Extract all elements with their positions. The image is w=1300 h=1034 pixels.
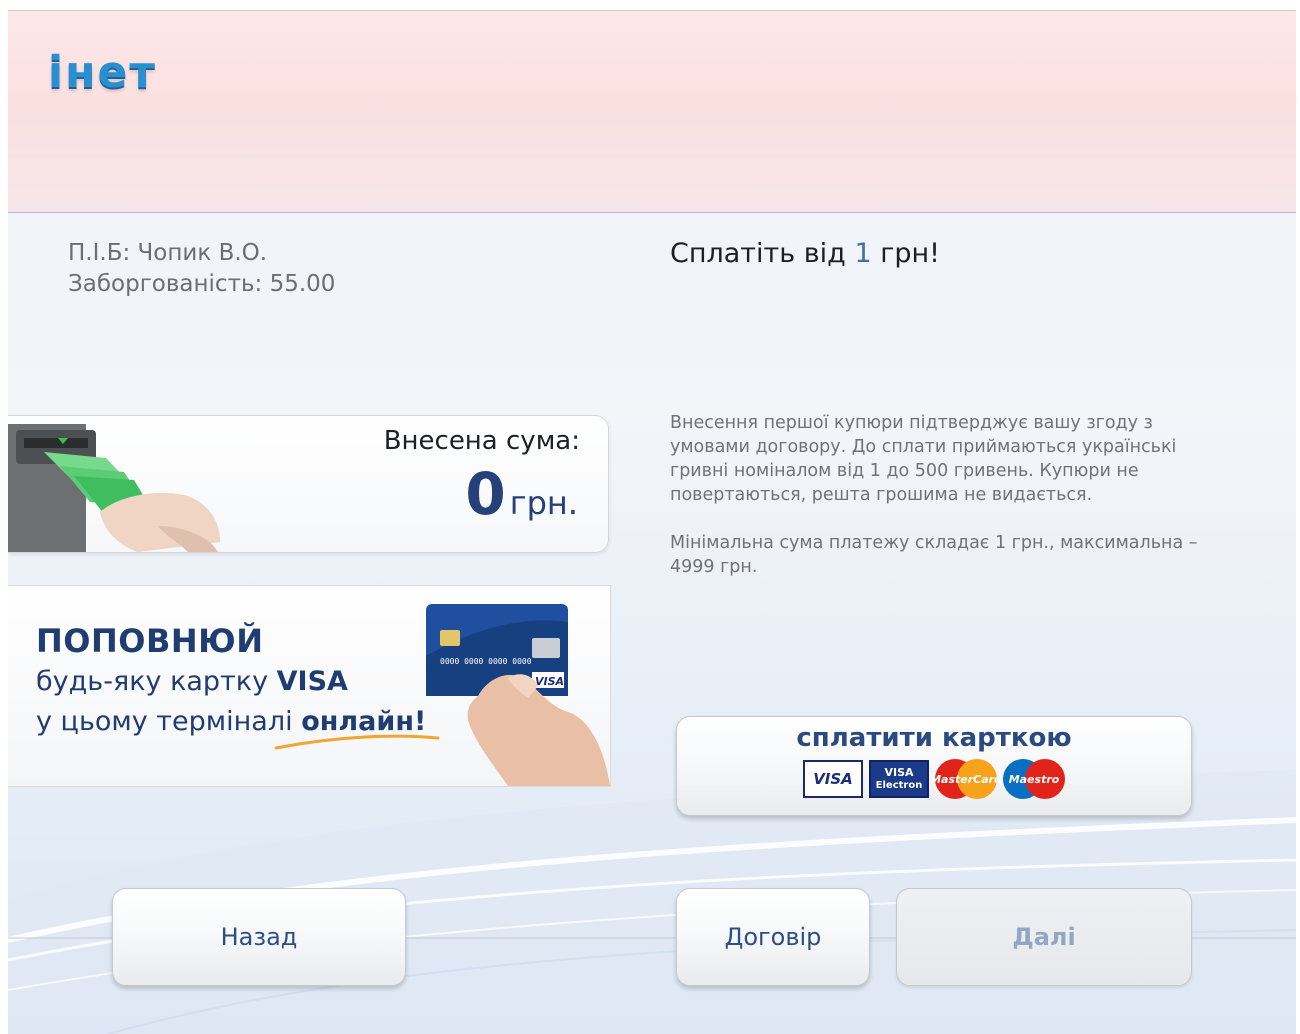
pay-by-card-button[interactable]: сплатити карткою VISA VISA Electron Maste… [676, 716, 1192, 816]
visa-topup-banner[interactable]: 0000 0000 0000 0000 VISA ПОПОВНЮЙ будь-я… [8, 585, 611, 787]
promo-online-word: онлайн! [301, 706, 427, 737]
promo-visa-word: VISA [276, 666, 348, 697]
payment-min-amount: 1 [854, 238, 872, 269]
deposited-amount-label: Внесена сума: [383, 426, 580, 456]
customer-name: П.І.Б: Чопик В.О. [68, 240, 268, 266]
pay-by-card-label: сплатити карткою [796, 723, 1072, 753]
promo-card-brand: VISA [535, 675, 564, 688]
bill-acceptor-illustration [8, 424, 220, 552]
customer-info: П.І.Б: Чопик В.О. Заборгованість: 55.00 [68, 238, 335, 300]
visa-electron-top: VISA [884, 766, 914, 779]
deposited-amount-number: 0 [465, 460, 506, 528]
limits-paragraph: Мінімальна сума платежу складає 1 грн., … [670, 533, 1198, 577]
payment-title: Сплатіть від 1 грн! [670, 238, 940, 269]
header-bar: інет [8, 11, 1296, 213]
promo-line-3-text: у цьому терміналі [36, 706, 302, 737]
back-button[interactable]: Назад [112, 888, 406, 986]
visa-electron-bottom: Electron [875, 780, 923, 791]
promo-headline: ПОПОВНЮЙ [36, 622, 264, 660]
inet-logo: інет [48, 47, 157, 98]
deposited-amount-currency: грн. [509, 484, 578, 522]
maestro-logo-icon: Maestro [1003, 759, 1065, 799]
promo-card-number: 0000 0000 0000 0000 [440, 657, 532, 666]
customer-debt: Заборгованість: 55.00 [68, 271, 336, 297]
payment-title-prefix: Сплатіть від [670, 238, 855, 269]
deposited-amount-panel: Внесена сума: 0 грн. [8, 415, 609, 553]
mastercard-logo-icon: MasterCard [930, 759, 1002, 799]
visa-logo-icon: VISA [803, 760, 863, 798]
promo-line-2: будь-яку картку VISA [36, 666, 348, 697]
promo-line-3: у цьому терміналі онлайн! [36, 706, 426, 737]
maestro-text: Maestro [1008, 772, 1060, 786]
contract-button[interactable]: Договір [676, 888, 870, 986]
payment-title-suffix: грн! [871, 238, 941, 269]
promo-line-2-text: будь-яку картку [36, 666, 277, 697]
visa-electron-logo-icon: VISA Electron [869, 760, 929, 798]
mastercard-text: MasterCard [930, 772, 1002, 786]
payment-terms: Внесення першої купюри підтверджує вашу … [670, 411, 1210, 603]
terms-paragraph: Внесення першої купюри підтверджує вашу … [670, 413, 1177, 505]
deposited-amount-value: 0 грн. [465, 460, 578, 528]
terminal-screen: інет П.І.Б: Чопик В.О. Заборгованість: 5… [8, 10, 1296, 1034]
next-button[interactable]: Далі [896, 888, 1192, 986]
card-logos: VISA VISA Electron MasterCard Maestro [803, 759, 1065, 799]
